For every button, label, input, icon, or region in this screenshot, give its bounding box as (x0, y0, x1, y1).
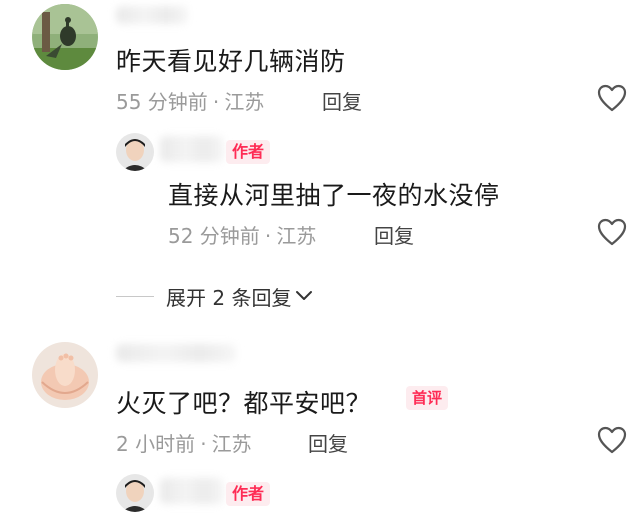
heart-outline-icon[interactable] (597, 426, 627, 454)
comment-location: 江苏 (211, 432, 252, 456)
heart-outline-icon[interactable] (597, 218, 627, 246)
comment-meta: 55 分钟前 · 江苏 (116, 86, 264, 115)
avatar[interactable] (32, 4, 98, 70)
username-redacted (160, 136, 224, 162)
comment-text: 直接从河里抽了一夜的水没停 (168, 181, 500, 210)
username-redacted (160, 478, 224, 504)
comment-time: 55 分钟前 (116, 90, 208, 114)
chevron-down-icon (295, 287, 313, 306)
avatar[interactable] (32, 342, 98, 408)
comment-text: 昨天看见好几辆消防 (116, 47, 346, 76)
comment-location: 江苏 (276, 224, 317, 248)
first-comment-badge: 首评 (406, 386, 449, 410)
expand-divider (116, 296, 154, 297)
expand-replies-label: 展开 2 条回复 (166, 286, 292, 310)
reply-button[interactable]: 回复 (322, 86, 362, 115)
comment-meta: 2 小时前 · 江苏 (116, 428, 252, 457)
meta-separator: · (212, 90, 220, 114)
expand-replies-button[interactable]: 展开 2 条回复 (166, 282, 313, 311)
avatar[interactable] (116, 474, 154, 512)
meta-separator: · (200, 432, 207, 456)
username-redacted (116, 6, 188, 24)
author-badge: 作者 (226, 140, 271, 164)
comment-time: 2 小时前 (116, 432, 196, 456)
author-badge: 作者 (226, 482, 271, 506)
comment-location: 江苏 (224, 90, 265, 114)
heart-outline-icon[interactable] (597, 84, 627, 112)
reply-button[interactable]: 回复 (374, 220, 414, 249)
meta-separator: · (264, 224, 272, 248)
comment-text: 火灭了吧？都平安吧？ (116, 389, 372, 418)
reply-button[interactable]: 回复 (308, 428, 348, 457)
avatar[interactable] (116, 133, 154, 171)
username-redacted (116, 344, 236, 362)
comment-meta: 52 分钟前 · 江苏 (168, 220, 316, 249)
comment-time: 52 分钟前 (168, 224, 260, 248)
